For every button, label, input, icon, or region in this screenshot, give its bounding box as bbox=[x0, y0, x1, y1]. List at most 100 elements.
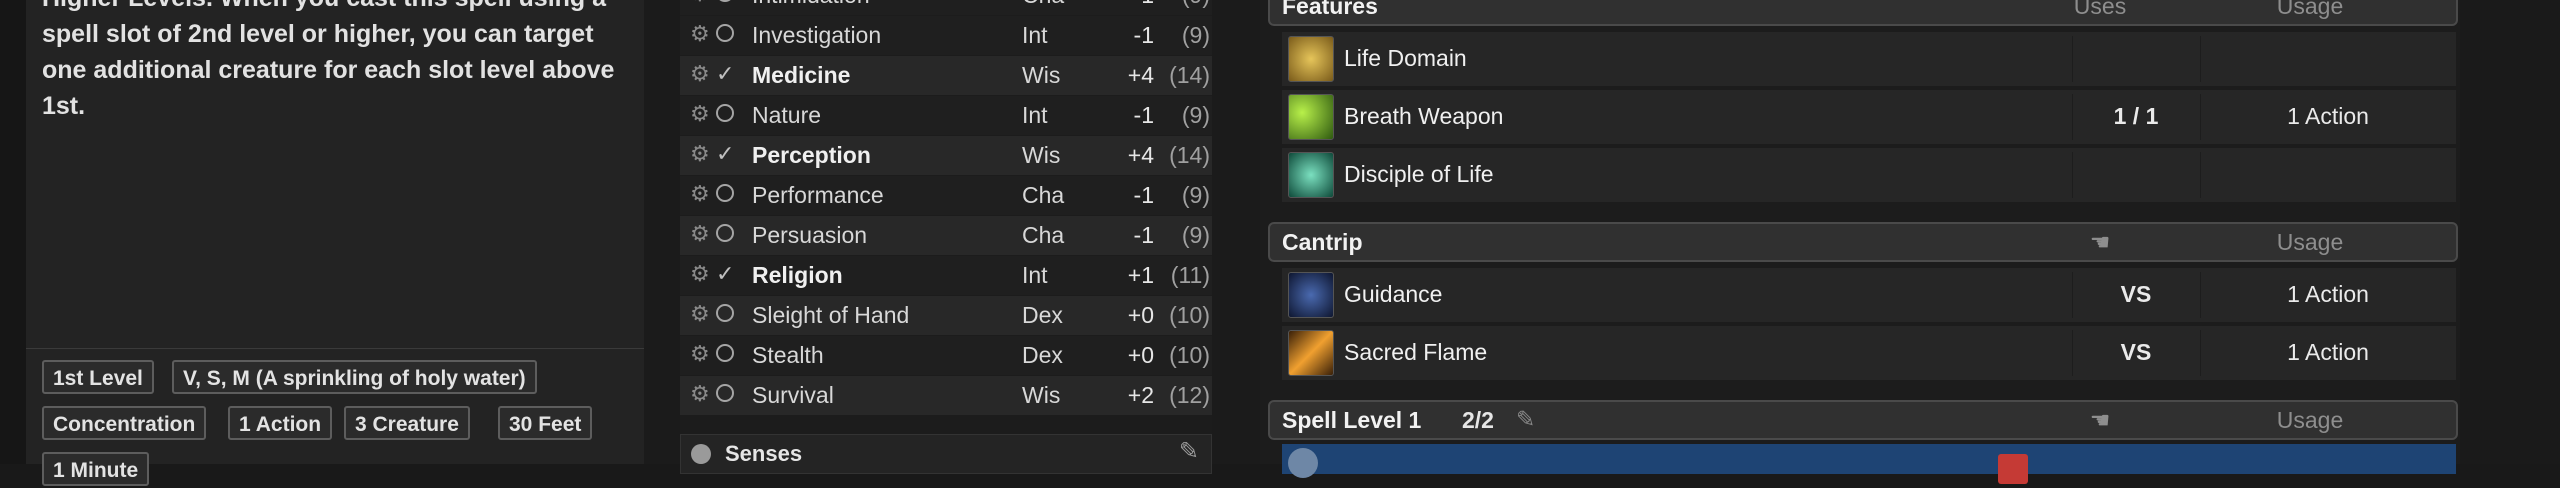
spell-level-1-header[interactable]: Spell Level 1 2/2 ✎ ☚ Usage bbox=[1268, 400, 2458, 440]
spell-detail-panel: Higher Levels. When you cast this spell … bbox=[26, 0, 644, 486]
feature-uses[interactable]: 1 / 1 bbox=[2072, 103, 2200, 130]
spell-row-selected[interactable] bbox=[1282, 444, 2456, 484]
proficiency-circle-icon[interactable] bbox=[716, 384, 734, 402]
skill-passive: (9) bbox=[1181, 222, 1210, 248]
senses-header[interactable]: Senses ✎ bbox=[680, 434, 1212, 474]
skill-row-survival[interactable]: ⚙ Survival Wis +2 (12) bbox=[680, 376, 1212, 415]
skill-name: Investigation bbox=[752, 22, 882, 48]
divider bbox=[2200, 36, 2201, 82]
skill-ability: Dex bbox=[1022, 302, 1063, 328]
feature-row-breath-weapon[interactable]: Breath Weapon 1 / 1 1 Action bbox=[1282, 90, 2456, 144]
gear-icon[interactable]: ⚙ bbox=[690, 383, 712, 405]
skill-passive: (10) bbox=[1169, 342, 1210, 368]
skill-row-intimidation[interactable]: ⚙ Intimidation Cha -1 (9) bbox=[680, 0, 1212, 15]
skill-modifier: +4 bbox=[1127, 62, 1154, 88]
cantrip-header[interactable]: Cantrip ☚ Usage bbox=[1268, 222, 2458, 262]
skill-ability: Wis bbox=[1022, 142, 1061, 168]
skill-row-medicine[interactable]: ⚙ ✓ Medicine Wis +4 (14) bbox=[680, 56, 1212, 95]
skill-name: Nature bbox=[752, 102, 822, 128]
gear-icon[interactable]: ⚙ bbox=[690, 103, 712, 125]
skill-row-sleight-of-hand[interactable]: ⚙ Sleight of Hand Dex +0 (10) bbox=[680, 296, 1212, 335]
tag-duration: 1 Minute bbox=[42, 452, 150, 486]
skill-name: Medicine bbox=[752, 62, 851, 88]
skill-row-perception[interactable]: ⚙ ✓ Perception Wis +4 (14) bbox=[680, 136, 1212, 175]
spell-slots[interactable]: 2/2 bbox=[1462, 407, 1494, 434]
spell-row-guidance[interactable]: Guidance VS 1 Action bbox=[1282, 268, 2456, 322]
eye-icon bbox=[691, 444, 711, 464]
usage-column-header: Usage bbox=[2276, 229, 2344, 255]
skill-passive: (11) bbox=[1170, 262, 1210, 288]
spell-level-title: Spell Level 1 bbox=[1282, 407, 1422, 433]
divider bbox=[26, 348, 644, 349]
gear-icon[interactable]: ⚙ bbox=[690, 303, 712, 325]
skill-passive: (12) bbox=[1169, 382, 1210, 408]
spell-icon bbox=[1288, 448, 1318, 478]
gear-icon[interactable]: ⚙ bbox=[690, 63, 712, 85]
gear-icon[interactable]: ⚙ bbox=[690, 183, 712, 205]
tag-components: V, S, M (A sprinkling of holy water) bbox=[172, 360, 537, 394]
spell-name: Sacred Flame bbox=[1344, 339, 1488, 365]
skill-passive: (10) bbox=[1169, 302, 1210, 328]
skill-ability: Dex bbox=[1022, 342, 1063, 368]
skill-row-performance[interactable]: ⚙ Performance Cha -1 (9) bbox=[680, 176, 1212, 215]
skill-passive: (9) bbox=[1181, 182, 1210, 208]
skill-ability: Int bbox=[1022, 22, 1048, 48]
uses-column-header: Uses bbox=[2073, 0, 2127, 19]
senses-label: Senses bbox=[725, 441, 803, 466]
feature-name: Life Domain bbox=[1344, 45, 1467, 71]
skill-ability: Cha bbox=[1022, 222, 1065, 248]
breath-weapon-icon bbox=[1288, 94, 1334, 140]
tag-range: 30 Feet bbox=[498, 406, 593, 440]
gear-icon[interactable]: ⚙ bbox=[690, 263, 712, 285]
skill-modifier: +0 bbox=[1127, 302, 1154, 328]
feature-row-disciple-of-life[interactable]: Disciple of Life bbox=[1282, 148, 2456, 202]
proficiency-check-icon[interactable]: ✓ bbox=[716, 61, 734, 87]
skill-ability: Int bbox=[1022, 262, 1048, 288]
skill-modifier: +2 bbox=[1127, 382, 1154, 408]
skill-row-nature[interactable]: ⚙ Nature Int -1 (9) bbox=[680, 96, 1212, 135]
skill-passive: (9) bbox=[1181, 22, 1210, 48]
pencil-icon[interactable]: ✎ bbox=[1179, 437, 1199, 466]
gear-icon[interactable]: ⚙ bbox=[690, 223, 712, 245]
proficiency-circle-icon[interactable] bbox=[716, 104, 734, 122]
skill-modifier: -1 bbox=[1133, 102, 1154, 128]
skill-modifier: +4 bbox=[1127, 142, 1154, 168]
proficiency-circle-icon[interactable] bbox=[716, 304, 734, 322]
gear-icon[interactable]: ⚙ bbox=[690, 0, 712, 5]
skill-ability: Cha bbox=[1022, 0, 1064, 9]
panel-gap bbox=[1212, 0, 1260, 464]
gear-icon[interactable]: ⚙ bbox=[690, 143, 712, 165]
proficiency-circle-icon[interactable] bbox=[716, 344, 734, 362]
skill-row-persuasion[interactable]: ⚙ Persuasion Cha -1 (9) bbox=[680, 216, 1212, 255]
skill-passive: (9) bbox=[1154, 0, 1210, 9]
skills-panel: ⚙ Intimidation Cha -1 (9) ⚙ Investigatio… bbox=[680, 0, 1212, 474]
skill-row-religion[interactable]: ⚙ ✓ Religion Int +1 (11) bbox=[680, 256, 1212, 295]
feature-row-life-domain[interactable]: Life Domain bbox=[1282, 32, 2456, 86]
skill-row-investigation[interactable]: ⚙ Investigation Int -1 (9) bbox=[680, 16, 1212, 55]
skill-modifier: +0 bbox=[1127, 342, 1154, 368]
proficiency-circle-icon[interactable] bbox=[716, 24, 734, 42]
skill-name: Performance bbox=[752, 182, 884, 208]
spell-name: Guidance bbox=[1344, 281, 1443, 307]
disciple-of-life-icon bbox=[1288, 152, 1334, 198]
skill-name: Survival bbox=[752, 382, 834, 408]
gear-icon[interactable]: ⚙ bbox=[690, 343, 712, 365]
spell-components: VS bbox=[2120, 339, 2152, 365]
skill-row-stealth[interactable]: ⚙ Stealth Dex +0 (10) bbox=[680, 336, 1212, 375]
skill-name: Sleight of Hand bbox=[752, 302, 910, 328]
feature-name: Disciple of Life bbox=[1344, 161, 1494, 187]
spell-row-sacred-flame[interactable]: Sacred Flame VS 1 Action bbox=[1282, 326, 2456, 380]
proficiency-circle-icon[interactable] bbox=[716, 0, 734, 2]
pencil-icon[interactable]: ✎ bbox=[1516, 406, 1535, 433]
proficiency-check-icon[interactable]: ✓ bbox=[716, 141, 734, 167]
proficiency-circle-icon[interactable] bbox=[716, 184, 734, 202]
gear-icon[interactable]: ⚙ bbox=[690, 23, 712, 45]
proficiency-circle-icon[interactable] bbox=[716, 224, 734, 242]
tag-concentration: Concentration bbox=[42, 406, 207, 440]
panel-gap bbox=[644, 0, 680, 464]
features-title: Features bbox=[1282, 0, 1378, 19]
features-header[interactable]: Features Uses Usage bbox=[1268, 0, 2458, 26]
spell-components: VS bbox=[2120, 281, 2152, 307]
skill-name: Perception bbox=[752, 142, 871, 168]
proficiency-check-icon[interactable]: ✓ bbox=[716, 261, 734, 287]
